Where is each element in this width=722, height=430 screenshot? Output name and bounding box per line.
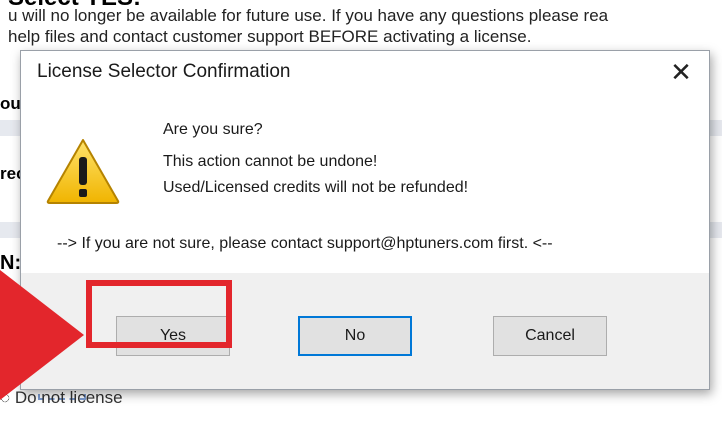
dialog-message-2: Used/Licensed credits will not be refund…	[163, 179, 469, 196]
dialog-contact-note: --> If you are not sure, please contact …	[57, 235, 553, 252]
dialog-question: Are you sure?	[163, 121, 263, 138]
no-button[interactable]: No	[298, 316, 412, 356]
yes-button-highlight	[86, 280, 232, 348]
dialog-titlebar: License Selector Confirmation ✕	[21, 51, 709, 93]
dialog-title: License Selector Confirmation	[37, 61, 291, 82]
pointer-arrow-icon	[0, 270, 84, 400]
dialog-message-1: This action cannot be undone!	[163, 153, 378, 170]
cancel-button[interactable]: Cancel	[493, 316, 607, 356]
dialog-body: Are you sure? This action cannot be undo…	[21, 93, 709, 273]
close-icon[interactable]: ✕	[663, 55, 699, 89]
background-text-line-1: u will no longer be available for future…	[8, 6, 609, 25]
background-text-line-2: help files and contact customer support …	[8, 27, 532, 46]
warning-triangle-icon	[46, 139, 120, 204]
